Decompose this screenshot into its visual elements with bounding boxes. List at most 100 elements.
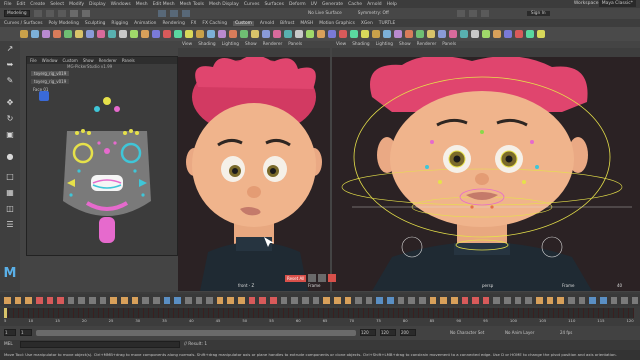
picker-tab[interactable]: toyerg_rig_v019 xyxy=(31,71,70,76)
select-tool-icon[interactable]: ↗ xyxy=(4,43,16,55)
menu-item-windows[interactable]: Windows xyxy=(111,2,131,7)
move-tool-icon[interactable]: ✥ xyxy=(4,97,16,109)
shelf-tool-icon[interactable] xyxy=(185,30,193,38)
shelf-tab-motion-graphics[interactable]: Motion Graphics xyxy=(319,21,355,26)
menu-item-uv[interactable]: UV xyxy=(311,2,317,7)
anim-tool-icon[interactable] xyxy=(131,296,139,304)
anim-tool-icon[interactable] xyxy=(333,296,341,304)
shelf-tool-icon[interactable] xyxy=(471,30,479,38)
anim-tool-icon[interactable] xyxy=(184,296,192,304)
anim-tool-icon[interactable] xyxy=(482,296,490,304)
range-end-field[interactable]: 120 xyxy=(360,329,376,336)
paint-select-icon[interactable]: ✎ xyxy=(4,75,16,87)
fps-select[interactable]: 24 fps xyxy=(560,330,572,335)
anim-tool-icon[interactable] xyxy=(610,296,618,304)
left-vp-menu-panels[interactable]: Panels xyxy=(288,42,302,47)
anim-tool-icon[interactable] xyxy=(312,296,320,304)
menu-item-help[interactable]: Help xyxy=(387,2,397,7)
render-icon[interactable] xyxy=(456,10,465,17)
anim-tool-icon[interactable] xyxy=(344,296,352,304)
shelf-tool-icon[interactable] xyxy=(372,30,380,38)
menu-item-cache[interactable]: Cache xyxy=(348,2,362,7)
anim-tool-icon[interactable] xyxy=(99,296,107,304)
shelf-tool-icon[interactable] xyxy=(119,30,127,38)
shelf-tool-icon[interactable] xyxy=(284,30,292,38)
anim-tool-icon[interactable] xyxy=(440,296,447,304)
shelf-tool-icon[interactable] xyxy=(361,30,369,38)
shelf-tool-icon[interactable] xyxy=(97,30,105,38)
anim-tool-icon[interactable] xyxy=(323,296,330,304)
right-vp-menu-view[interactable]: View xyxy=(336,42,346,47)
anim-tool-icon[interactable] xyxy=(536,296,543,304)
shelf-tool-icon[interactable] xyxy=(515,30,523,38)
shelf-tab-poly-modeling[interactable]: Poly Modeling xyxy=(49,21,79,26)
snap-curve-icon[interactable] xyxy=(170,10,178,17)
right-vp-menu-lighting[interactable]: Lighting xyxy=(376,42,393,47)
shelf-tab-curves-surfaces[interactable]: Curves / Surfaces xyxy=(4,21,43,26)
script-lang-label[interactable]: MEL xyxy=(4,342,13,347)
anim-tool-icon[interactable] xyxy=(89,296,96,304)
anim-tool-icon[interactable] xyxy=(493,296,501,304)
anim-tool-icon[interactable] xyxy=(376,296,384,304)
shelf-tool-icon[interactable] xyxy=(537,30,545,38)
command-input[interactable] xyxy=(20,341,180,348)
shelf-tab-rendering[interactable]: Rendering xyxy=(162,21,184,26)
cam-icon-1[interactable] xyxy=(308,274,317,282)
menu-item-edit-mesh[interactable]: Edit Mesh xyxy=(153,2,175,7)
shelf-tab-fx[interactable]: FX xyxy=(191,21,197,26)
snap-grid-icon[interactable] xyxy=(158,10,166,17)
lasso-tool-icon[interactable]: ➥ xyxy=(4,59,16,71)
shelf-tool-icon[interactable] xyxy=(328,30,336,38)
anim-tool-icon[interactable] xyxy=(418,296,426,304)
end-time-field[interactable]: 120 xyxy=(380,329,396,336)
anim-tool-icon[interactable] xyxy=(567,296,575,304)
menu-item-select[interactable]: Select xyxy=(50,2,64,7)
anim-tool-icon[interactable] xyxy=(195,296,203,304)
left-vp-menu-shading[interactable]: Shading xyxy=(198,42,215,47)
left-vp-menu-view[interactable]: View xyxy=(182,42,192,47)
scale-tool-icon[interactable]: ▣ xyxy=(4,129,16,141)
right-vp-menu-shading[interactable]: Shading xyxy=(352,42,369,47)
shelf-tool-icon[interactable] xyxy=(53,30,61,38)
menu-item-display[interactable]: Display xyxy=(89,2,106,7)
rotate-tool-icon[interactable]: ↻ xyxy=(4,113,16,125)
render-settings-icon[interactable] xyxy=(480,10,489,17)
menu-item-arnold[interactable]: Arnold xyxy=(367,2,382,7)
undo-icon[interactable] xyxy=(70,10,78,17)
anim-tool-icon[interactable] xyxy=(578,296,586,304)
shelf-tool-icon[interactable] xyxy=(295,30,303,38)
shelf-tool-icon[interactable] xyxy=(416,30,424,38)
anim-tool-icon[interactable] xyxy=(429,296,437,304)
cam-close-icon[interactable] xyxy=(328,274,337,282)
range-start-field[interactable]: 1 xyxy=(20,329,32,336)
menu-item-mesh-tools[interactable]: Mesh Tools xyxy=(180,2,204,7)
anim-tool-icon[interactable] xyxy=(216,296,224,304)
anim-tool-icon[interactable] xyxy=(365,296,373,304)
shelf-tab-turtle[interactable]: TURTLE xyxy=(379,21,396,26)
left-vp-menu-lighting[interactable]: Lighting xyxy=(222,42,239,47)
anim-tool-icon[interactable] xyxy=(589,296,596,304)
anim-tool-icon[interactable] xyxy=(621,296,628,304)
start-time-field[interactable]: 1 xyxy=(4,329,16,336)
anim-tool-icon[interactable] xyxy=(57,296,64,304)
left-vp-menu-show[interactable]: Show xyxy=(245,42,257,47)
menu-item-surfaces[interactable]: Surfaces xyxy=(264,2,284,7)
shelf-tool-icon[interactable] xyxy=(273,30,281,38)
anim-tool-icon[interactable] xyxy=(557,296,564,304)
shelf-tool-icon[interactable] xyxy=(229,30,237,38)
anim-tool-icon[interactable] xyxy=(67,296,75,304)
snap-point-icon[interactable] xyxy=(182,10,190,17)
anim-tool-icon[interactable] xyxy=(163,296,171,304)
range-bar[interactable] xyxy=(36,330,356,336)
menu-item-deform[interactable]: Deform xyxy=(289,2,306,7)
shelf-tab-xgen[interactable]: XGen xyxy=(361,21,373,26)
anim-tool-icon[interactable] xyxy=(121,296,128,304)
picker-menu-file[interactable]: File xyxy=(30,58,37,63)
reset-all-button[interactable]: Reset All xyxy=(285,274,307,282)
shelf-tool-icon[interactable] xyxy=(152,30,160,38)
anim-tool-icon[interactable] xyxy=(599,296,607,304)
right-vp-menu-renderer[interactable]: Renderer xyxy=(417,42,437,47)
shelf-tab-fx-caching[interactable]: FX Caching xyxy=(202,21,227,26)
ipr-render-icon[interactable] xyxy=(468,10,477,17)
menu-item-edit[interactable]: Edit xyxy=(17,2,26,7)
